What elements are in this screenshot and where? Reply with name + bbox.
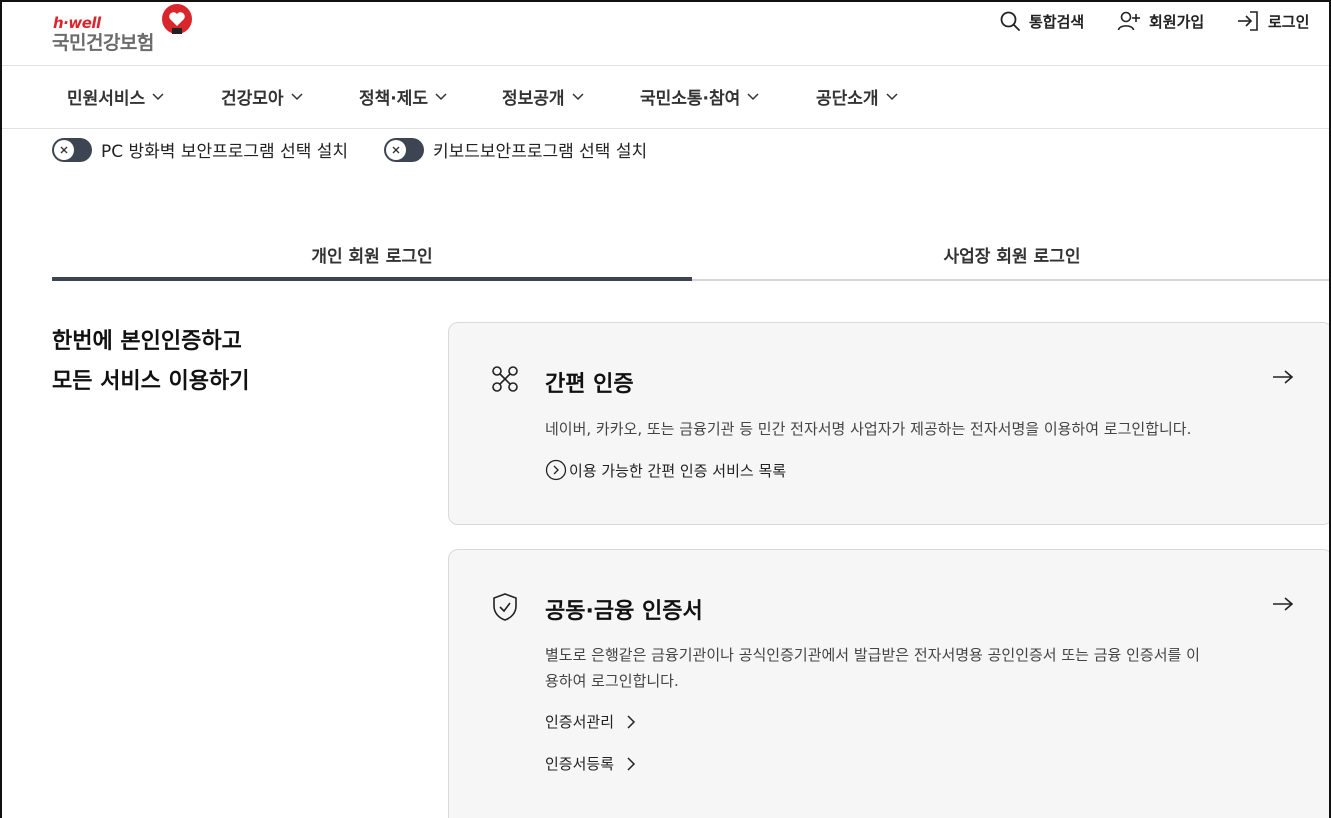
- tab-label: 개인 회원 로그인: [311, 247, 433, 267]
- keyboard-toggle-row: 키보드보안프로그램 선택 설치: [384, 137, 647, 162]
- simple-auth-card[interactable]: 간편 인증 네이버, 카카오, 또는 금융기관 등 민간 전자서명 사업자가 제…: [448, 322, 1329, 525]
- intro-line-2: 모든 서비스 이용하기: [52, 369, 250, 394]
- simple-auth-service-list-link[interactable]: 이용 가능한 간편 인증 서비스 목록: [545, 459, 786, 481]
- nav-item-disclosure[interactable]: 정보공개: [502, 84, 584, 109]
- nav-item-civil-service[interactable]: 민원서비스: [67, 84, 164, 109]
- shield-check-icon: [493, 593, 517, 621]
- nav-label: 정책·제도: [359, 89, 429, 109]
- tab-personal-login[interactable]: 개인 회원 로그인: [52, 230, 692, 282]
- chevron-right-icon: [627, 756, 636, 771]
- simple-auth-icon: [492, 366, 518, 392]
- search-label: 통합검색: [1029, 12, 1085, 31]
- tab-label: 사업장 회원 로그인: [943, 247, 1081, 267]
- arrow-right-icon[interactable]: [1272, 369, 1294, 385]
- nav-label: 건강모아: [221, 89, 284, 109]
- user-plus-icon: [1117, 11, 1140, 31]
- certificate-auth-title: 공동·금융 인증서: [545, 599, 703, 624]
- firewall-toggle-row: PC 방화벽 보안프로그램 선택 설치: [52, 137, 348, 162]
- close-icon: [392, 146, 400, 153]
- nav-label: 국민소통·참여: [640, 89, 741, 109]
- search-link[interactable]: 통합검색: [999, 10, 1084, 32]
- firewall-toggle[interactable]: [52, 137, 92, 162]
- nav-label: 공단소개: [816, 89, 879, 109]
- certificate-manage-link[interactable]: 인증서관리: [545, 711, 636, 732]
- chevron-down-icon: [435, 92, 447, 100]
- chevron-down-icon: [747, 92, 759, 100]
- nav-item-policy[interactable]: 정책·제도: [359, 84, 447, 109]
- heart-icon: [162, 4, 192, 34]
- intro-heading: 한번에 본인인증하고 모든 서비스 이용하기: [52, 322, 249, 402]
- login-icon: [1238, 11, 1258, 31]
- chevron-down-icon: [572, 92, 584, 100]
- circle-chevron-right-icon: [545, 459, 567, 481]
- keyboard-security-label: 키보드보안프로그램 선택 설치: [433, 142, 648, 162]
- certificate-auth-card[interactable]: 공동·금융 인증서 별도로 은행같은 금융기관이나 공식인증기관에서 발급받은 …: [448, 549, 1329, 818]
- certificate-register-link[interactable]: 인증서등록: [545, 753, 636, 774]
- nav-item-health[interactable]: 건강모아: [221, 84, 303, 109]
- login-link[interactable]: 로그인: [1236, 10, 1309, 32]
- login-label: 로그인: [1268, 12, 1310, 31]
- logo-title: 국민건강보험: [52, 32, 154, 54]
- toggle-knob: [386, 139, 406, 160]
- chevron-down-icon: [886, 92, 898, 100]
- keyboard-security-toggle[interactable]: [384, 137, 424, 162]
- nav-label: 민원서비스: [67, 89, 146, 109]
- site-logo[interactable]: h·well 국민건강보험: [52, 4, 202, 58]
- site-header: h·well 국민건강보험 통합검색 회원가입 로그인: [2, 2, 1329, 66]
- tab-business-login[interactable]: 사업장 회원 로그인: [692, 230, 1329, 282]
- arrow-right-icon[interactable]: [1272, 596, 1294, 612]
- toggle-knob: [54, 139, 74, 160]
- chevron-down-icon: [291, 92, 303, 100]
- description-line-2: 용하여 로그인합니다.: [545, 672, 679, 690]
- description-line-1: 별도로 은행같은 금융기관이나 공식인증기관에서 발급받은 전자서명용 공인인증…: [545, 646, 1200, 664]
- join-label: 회원가입: [1149, 12, 1205, 31]
- simple-auth-description: 네이버, 카카오, 또는 금융기관 등 민간 전자서명 사업자가 제공하는 전자…: [545, 420, 1192, 438]
- chevron-down-icon: [152, 92, 164, 100]
- tab-active-indicator: [52, 277, 692, 281]
- chevron-right-icon: [627, 714, 636, 729]
- intro-line-1: 한번에 본인인증하고: [52, 329, 242, 354]
- simple-auth-title: 간편 인증: [545, 372, 634, 397]
- certificate-register-label: 인증서등록: [545, 755, 615, 773]
- certificate-auth-description: 별도로 은행같은 금융기관이나 공식인증기관에서 발급받은 전자서명용 공인인증…: [545, 642, 1265, 694]
- nav-label: 정보공개: [502, 89, 565, 109]
- join-link[interactable]: 회원가입: [1117, 10, 1204, 32]
- firewall-label: PC 방화벽 보안프로그램 선택 설치: [101, 142, 349, 162]
- nav-item-communication[interactable]: 국민소통·참여: [640, 84, 759, 109]
- page-frame: h·well 국민건강보험 통합검색 회원가입 로그인 민원서비스 건강모아 정…: [0, 0, 1331, 818]
- certificate-manage-label: 인증서관리: [545, 713, 615, 731]
- nav-item-about[interactable]: 공단소개: [816, 84, 898, 109]
- search-icon: [1000, 11, 1020, 31]
- main-navigation: 민원서비스 건강모아 정책·제도 정보공개 국민소통·참여 공단소개: [2, 66, 1329, 129]
- simple-auth-link-label: 이용 가능한 간편 인증 서비스 목록: [569, 461, 787, 480]
- close-icon: [60, 146, 68, 153]
